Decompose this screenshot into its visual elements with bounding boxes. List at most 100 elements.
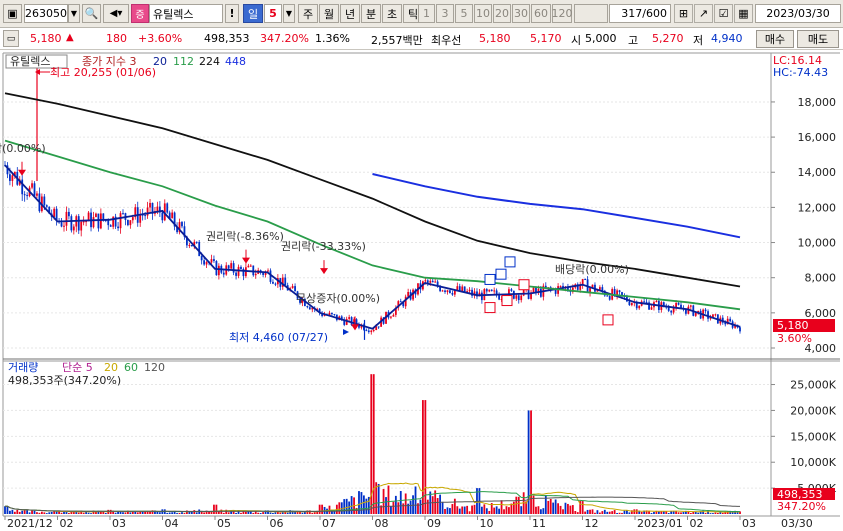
alert-button[interactable]: ! bbox=[225, 4, 239, 23]
candle-body bbox=[82, 221, 85, 223]
period-button-4[interactable]: 초 bbox=[382, 4, 402, 23]
candle-body bbox=[643, 301, 646, 303]
stock-name-field[interactable]: 유틸렉스 bbox=[149, 4, 223, 23]
interval-button-120[interactable]: 120 bbox=[552, 4, 573, 23]
volume-bar bbox=[444, 508, 446, 514]
candle-body bbox=[23, 194, 26, 196]
candle-body bbox=[254, 273, 257, 276]
volume-bar bbox=[667, 513, 670, 514]
interval-button-10[interactable]: 10 bbox=[474, 4, 492, 23]
period-dropdown-arrow-icon[interactable]: ▼ bbox=[283, 4, 295, 23]
sell-signal-marker[interactable] bbox=[495, 268, 507, 280]
candle-body bbox=[9, 174, 11, 181]
volume-bar bbox=[365, 498, 368, 514]
volume-summary: 498,353주(347.20%) bbox=[8, 374, 121, 387]
volume-bar bbox=[653, 511, 655, 514]
volume-bar bbox=[606, 511, 609, 514]
date-field[interactable]: 2023/03/30 bbox=[755, 4, 841, 23]
buy-signal-marker[interactable] bbox=[602, 314, 614, 326]
trade-amount: 2,557백만 bbox=[371, 34, 423, 47]
volume-bar bbox=[461, 506, 464, 514]
volume-bar bbox=[77, 512, 80, 514]
volume-bar bbox=[704, 513, 707, 514]
price-tick-label: 10,000 bbox=[798, 237, 837, 250]
buy-signal-marker[interactable] bbox=[518, 279, 530, 291]
line-type-icon[interactable]: ↗ bbox=[694, 4, 713, 23]
candle-body bbox=[222, 272, 225, 275]
candle-body bbox=[367, 330, 370, 333]
window-icon[interactable]: ▣ bbox=[3, 4, 22, 23]
candle-body bbox=[227, 265, 230, 269]
candle-body bbox=[372, 329, 375, 331]
candle-body bbox=[249, 265, 252, 267]
candle-body bbox=[129, 220, 132, 226]
volume-bar bbox=[122, 512, 124, 514]
stock-chart[interactable]: 유틸렉스 종가 지수 3 20 112 224 448 LC:16.14 HC:… bbox=[0, 51, 843, 531]
candle-body bbox=[515, 295, 518, 299]
candle-body bbox=[181, 222, 183, 227]
volume-bar bbox=[136, 512, 139, 514]
interval-button-30[interactable]: 30 bbox=[512, 4, 530, 23]
code-dropdown-arrow-icon[interactable]: ▼ bbox=[68, 4, 80, 23]
candle-body bbox=[200, 256, 203, 261]
checkbox-icon[interactable]: ☑ bbox=[714, 4, 733, 23]
candle-body bbox=[60, 222, 63, 227]
candle-body bbox=[490, 289, 493, 292]
volume-bar bbox=[616, 513, 618, 514]
candle-body bbox=[441, 290, 444, 292]
period-value-field[interactable]: 5 bbox=[264, 4, 282, 23]
volume-bar bbox=[485, 508, 488, 514]
volume-bar bbox=[26, 510, 29, 514]
sell-button[interactable]: 매도 bbox=[797, 30, 839, 48]
interval-combo[interactable] bbox=[574, 4, 608, 23]
candle-body bbox=[213, 259, 215, 262]
period-value: 5 bbox=[269, 7, 277, 20]
volume-bar bbox=[562, 509, 564, 514]
buy-button[interactable]: 매수 bbox=[756, 30, 794, 48]
quote-toggle-icon[interactable]: ▭ bbox=[3, 30, 19, 47]
candle-body bbox=[230, 263, 233, 269]
x-axis-label: 03 bbox=[742, 517, 756, 530]
period-button-1[interactable]: 월 bbox=[319, 4, 339, 23]
volume-bar bbox=[473, 504, 476, 514]
candle-body bbox=[434, 281, 437, 283]
volume-bar bbox=[677, 512, 680, 514]
candle-type-icon[interactable]: ⊞ bbox=[674, 4, 693, 23]
interval-button-3[interactable]: 3 bbox=[436, 4, 454, 23]
period-button-2[interactable]: 년 bbox=[340, 4, 360, 23]
period-button-0[interactable]: 주 bbox=[298, 4, 318, 23]
high-label: 고 bbox=[628, 34, 639, 47]
interval-button-20[interactable]: 20 bbox=[493, 4, 511, 23]
interval-button-label: 30 bbox=[514, 7, 528, 20]
candle-body bbox=[650, 307, 653, 310]
volume-bar bbox=[318, 504, 321, 514]
buy-signal-marker[interactable] bbox=[484, 302, 496, 314]
alert-label: ! bbox=[229, 7, 235, 20]
volume-bar bbox=[195, 512, 198, 514]
volume-bar bbox=[682, 512, 685, 514]
settings-icon[interactable]: ▦ bbox=[734, 4, 753, 23]
interval-button-60[interactable]: 60 bbox=[531, 4, 551, 23]
sell-signal-marker[interactable] bbox=[484, 273, 496, 285]
interval-button-5[interactable]: 5 bbox=[455, 4, 473, 23]
period-button-3[interactable]: 분 bbox=[361, 4, 381, 23]
volume-bar bbox=[635, 509, 638, 514]
volume-bar bbox=[183, 513, 186, 514]
sell-signal-marker[interactable] bbox=[504, 256, 516, 268]
stock-code-input[interactable]: 263050 bbox=[24, 4, 68, 23]
magnifier-icon[interactable]: 🔍 bbox=[82, 4, 101, 23]
volume-bar bbox=[345, 498, 348, 514]
count-field[interactable]: 317/600 bbox=[609, 4, 671, 23]
volume-bar bbox=[82, 512, 85, 514]
x-axis-label: 12 bbox=[585, 517, 599, 530]
speaker-icon[interactable]: ◀▾ bbox=[103, 4, 129, 23]
period-day-button[interactable]: 일 bbox=[243, 4, 263, 23]
buy-signal-marker[interactable] bbox=[501, 295, 513, 307]
volume-bar bbox=[45, 513, 48, 514]
volume-bar bbox=[542, 508, 545, 514]
candle-body bbox=[444, 290, 446, 293]
volume-bar bbox=[495, 506, 498, 514]
volume-bar bbox=[589, 509, 591, 514]
interval-button-1[interactable]: 1 bbox=[418, 4, 435, 23]
x-axis-label: 03 bbox=[112, 517, 126, 530]
